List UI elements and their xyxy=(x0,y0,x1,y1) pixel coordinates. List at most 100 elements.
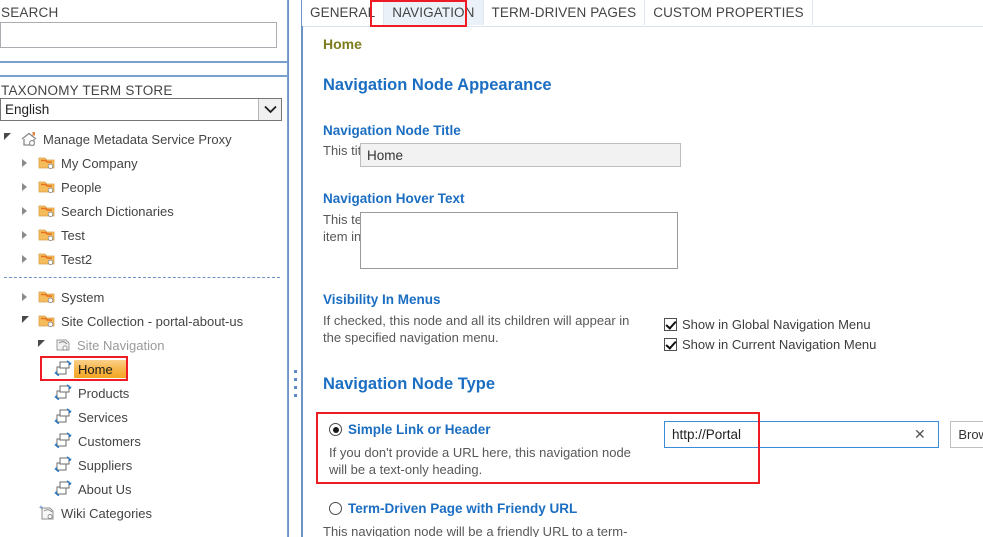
navigation-node-title-input[interactable] xyxy=(360,143,681,167)
tree-item-label: Wiki Categories xyxy=(61,505,153,521)
tree-item-home[interactable]: Home xyxy=(0,356,288,381)
tree-divider xyxy=(0,271,288,285)
tree-item-label: About Us xyxy=(78,481,132,497)
tree-item-test2[interactable]: Test2 xyxy=(0,247,288,271)
term-set-icon xyxy=(54,337,72,353)
checkbox-show-in-global-navigation[interactable]: Show in Global Navigation Menu xyxy=(664,317,871,332)
tree-item-label: Products xyxy=(78,385,130,401)
tree-item-label: Customers xyxy=(78,433,141,449)
checkbox-label: Show in Current Navigation Menu xyxy=(682,337,877,352)
navigation-term-icon xyxy=(54,408,72,425)
tree-item-label: System xyxy=(61,289,105,305)
term-group-icon xyxy=(38,289,56,305)
tree-item-wiki-categories[interactable]: Wiki Categories xyxy=(0,501,288,525)
description-visibility-in-menus: If checked, this node and all its childr… xyxy=(323,313,630,345)
checkbox-icon[interactable] xyxy=(664,338,677,351)
collapsed-arrow-icon[interactable] xyxy=(22,207,27,215)
right-panel-left-border xyxy=(302,26,303,537)
left-panel: SEARCH TAXONOMY TERM STORE English Manag… xyxy=(0,0,288,537)
checkbox-show-in-current-navigation[interactable]: Show in Current Navigation Menu xyxy=(664,337,876,352)
navigation-term-icon xyxy=(54,480,72,497)
navigation-term-icon xyxy=(54,432,72,449)
browse-button[interactable]: Browse xyxy=(950,421,983,448)
term-group-icon xyxy=(38,155,56,171)
tree-item-site-navigation[interactable]: Site Navigation xyxy=(0,333,288,357)
search-input[interactable] xyxy=(0,22,277,48)
tree-item-products[interactable]: Products xyxy=(0,381,288,405)
tree-item-label: Site Collection - portal-about-us xyxy=(61,313,244,329)
tree-item-label: Manage Metadata Service Proxy xyxy=(43,131,232,147)
collapsed-arrow-icon[interactable] xyxy=(22,183,27,191)
label-navigation-hover-text: Navigation Hover Text xyxy=(323,191,465,206)
label-navigation-node-title: Navigation Node Title xyxy=(323,123,461,138)
term-store-tree: Manage Metadata Service Proxy My Company xyxy=(0,127,288,525)
checkbox-icon[interactable] xyxy=(664,318,677,331)
tree-item-system[interactable]: System xyxy=(0,285,288,309)
tree-item-search-dictionaries[interactable]: Search Dictionaries xyxy=(0,199,288,223)
term-store-management-tool: SEARCH TAXONOMY TERM STORE English Manag… xyxy=(0,0,983,537)
search-section-label: SEARCH xyxy=(1,5,59,20)
tab-custom-properties[interactable]: CUSTOM PROPERTIES xyxy=(645,0,813,25)
term-group-icon xyxy=(38,179,56,195)
description-term-driven-page: This navigation node will be a friendly … xyxy=(323,524,628,537)
panel-splitter[interactable] xyxy=(288,0,302,537)
clear-x-icon[interactable]: ✕ xyxy=(914,427,926,441)
navigation-hover-text-input[interactable] xyxy=(360,212,678,269)
radio-label: Simple Link or Header xyxy=(348,422,491,437)
home-service-icon xyxy=(20,131,38,147)
expanded-arrow-icon[interactable] xyxy=(22,316,29,323)
tree-item-label: Test xyxy=(61,227,85,243)
collapsed-arrow-icon[interactable] xyxy=(22,293,27,301)
term-group-icon xyxy=(38,203,56,219)
search-section: SEARCH xyxy=(0,0,288,62)
navigation-term-icon xyxy=(54,360,72,377)
collapsed-arrow-icon[interactable] xyxy=(22,231,27,239)
tree-item-label: People xyxy=(61,179,102,195)
tree-item-customers[interactable]: Customers xyxy=(0,429,288,453)
tree-item-suppliers[interactable]: Suppliers xyxy=(0,453,288,477)
tree-item-my-company[interactable]: My Company xyxy=(0,151,288,175)
tree-item-label: Services xyxy=(78,409,128,425)
splitter-grip[interactable] xyxy=(294,370,297,397)
tree-item-manage-metadata-service-proxy[interactable]: Manage Metadata Service Proxy xyxy=(0,127,288,151)
checkbox-label: Show in Global Navigation Menu xyxy=(682,317,871,332)
tree-item-label: Home xyxy=(78,361,113,377)
tree-item-people[interactable]: People xyxy=(0,175,288,199)
tree-item-label: Search Dictionaries xyxy=(61,203,174,219)
tree-item-about-us[interactable]: About Us xyxy=(0,477,288,501)
radio-simple-link-or-header[interactable]: Simple Link or Header xyxy=(329,422,491,437)
collapsed-arrow-icon[interactable] xyxy=(22,255,27,263)
term-group-icon xyxy=(38,251,56,267)
navigation-term-icon xyxy=(54,456,72,473)
radio-term-driven-page[interactable]: Term-Driven Page with Friendy URL xyxy=(329,501,577,516)
simple-link-url-input[interactable] xyxy=(664,421,939,448)
tree-item-label: Site Navigation xyxy=(77,337,165,353)
section-heading-appearance: Navigation Node Appearance xyxy=(323,76,552,94)
tree-item-label: Suppliers xyxy=(78,457,133,473)
term-group-icon xyxy=(38,313,56,329)
radio-button-icon[interactable] xyxy=(329,423,342,436)
tree-item-test[interactable]: Test xyxy=(0,223,288,247)
expanded-arrow-icon[interactable] xyxy=(38,340,45,347)
description-simple-link-or-header: If you don't provide a URL here, this na… xyxy=(329,445,631,477)
tab-navigation[interactable]: NAVIGATION xyxy=(384,0,484,25)
radio-button-icon[interactable] xyxy=(329,502,342,515)
term-group-icon xyxy=(38,227,56,243)
tab-general[interactable]: GENERAL xyxy=(302,0,385,25)
taxonomy-term-store-section: TAXONOMY TERM STORE English Manage Metad… xyxy=(0,76,288,537)
left-panel-spacer xyxy=(0,62,288,76)
tree-item-site-collection[interactable]: Site Collection - portal-about-us xyxy=(0,309,288,333)
tab-strip: GENERAL NAVIGATION TERM-DRIVEN PAGES CUS… xyxy=(302,0,983,27)
tab-term-driven-pages[interactable]: TERM-DRIVEN PAGES xyxy=(483,0,646,25)
section-heading-node-type: Navigation Node Type xyxy=(323,375,496,393)
language-select[interactable]: English xyxy=(0,98,282,121)
radio-label: Term-Driven Page with Friendy URL xyxy=(348,501,578,516)
collapsed-arrow-icon[interactable] xyxy=(22,159,27,167)
tree-item-label: My Company xyxy=(61,155,138,171)
tree-item-label: Test2 xyxy=(61,251,93,267)
tree-item-services[interactable]: Services xyxy=(0,405,288,429)
term-set-icon xyxy=(38,504,56,520)
page-title: Home xyxy=(323,36,362,52)
expanded-arrow-icon[interactable] xyxy=(4,133,11,140)
navigation-term-icon xyxy=(54,384,72,401)
